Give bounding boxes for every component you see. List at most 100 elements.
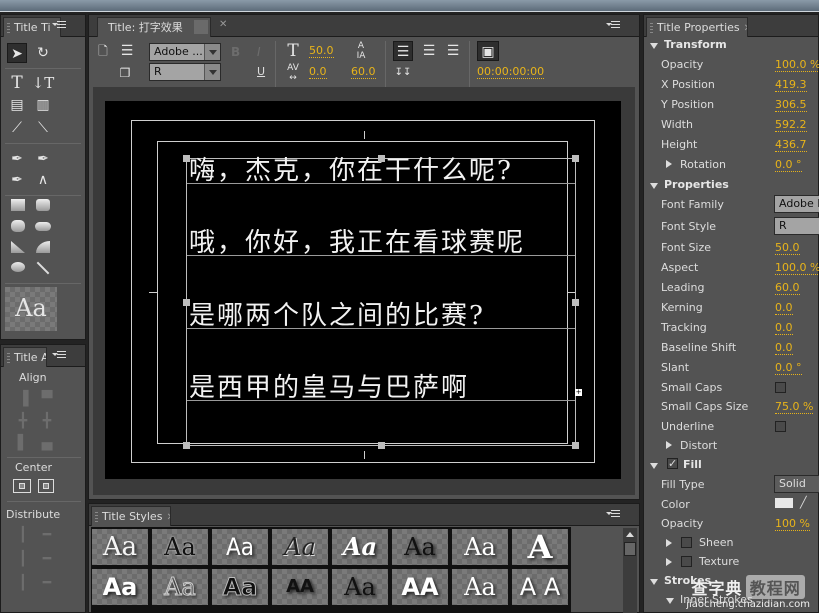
- resize-handle-left[interactable]: [183, 299, 190, 306]
- style-thumbnail[interactable]: Aa: [91, 568, 149, 606]
- style-thumbnail[interactable]: Aa: [391, 528, 449, 566]
- style-thumbnail[interactable]: Aa: [451, 528, 509, 566]
- scroll-up-icon[interactable]: [626, 532, 634, 537]
- fill-type-dropdown[interactable]: Solid: [774, 475, 819, 493]
- style-thumbnail[interactable]: Aa: [331, 528, 389, 566]
- style-thumbnail[interactable]: AA: [391, 568, 449, 606]
- wedge-tool-icon[interactable]: [11, 241, 25, 253]
- scroll-thumb[interactable]: [624, 542, 636, 556]
- leading-value[interactable]: 60.0: [351, 65, 376, 79]
- font-size-value[interactable]: 50.0: [309, 44, 334, 58]
- style-thumbnail[interactable]: A: [511, 528, 569, 566]
- expand-sheen-icon[interactable]: [666, 539, 672, 547]
- line-tool-icon[interactable]: [36, 261, 50, 275]
- vertical-path-type-tool-icon[interactable]: ⟍: [33, 118, 53, 138]
- rotation-tool-icon[interactable]: ↻: [33, 43, 53, 63]
- distribute-top-icon[interactable]: ━: [37, 525, 57, 545]
- baseline-shift-value[interactable]: 0.0: [775, 341, 793, 355]
- video-canvas[interactable]: 嗨，杰克，你在干什么呢? 哦，你好，我正在看球赛呢 是哪两个队之间的比赛? 是西…: [105, 101, 621, 479]
- resize-handle-bottom[interactable]: [378, 442, 385, 449]
- panel-menu-icon[interactable]: [606, 21, 620, 31]
- title-dropdown-button[interactable]: [194, 20, 208, 34]
- distribute-right-icon[interactable]: ┃: [13, 573, 33, 593]
- style-thumbnail[interactable]: AA: [271, 568, 329, 606]
- selection-tool-icon[interactable]: ➤: [7, 43, 27, 63]
- distribute-bottom-icon[interactable]: ━: [37, 573, 57, 593]
- type-tool-icon[interactable]: T: [7, 73, 27, 93]
- fill-heading[interactable]: Fill: [683, 458, 702, 471]
- center-vertical-icon[interactable]: [38, 479, 54, 493]
- slant-value[interactable]: 0.0 °: [775, 361, 802, 375]
- resize-handle-top[interactable]: [378, 155, 385, 162]
- width-value[interactable]: 592.2: [775, 118, 807, 132]
- expand-rotation-icon[interactable]: [666, 160, 672, 168]
- style-thumbnail[interactable]: Aa: [271, 528, 329, 566]
- underline-button[interactable]: U: [257, 65, 265, 78]
- add-anchor-point-tool-icon[interactable]: ✒: [7, 170, 27, 190]
- pen-tool-icon[interactable]: ✒: [7, 149, 27, 169]
- distribute-left-icon[interactable]: ┃: [13, 525, 33, 545]
- opacity-value[interactable]: 100.0 %: [775, 58, 819, 72]
- fill-opacity-value[interactable]: 100 %: [775, 517, 810, 531]
- resize-handle-bottom-right[interactable]: [572, 442, 579, 449]
- tab-title-actions[interactable]: Title A: [3, 347, 47, 367]
- style-thumbnail[interactable]: Aa: [211, 568, 269, 606]
- italic-button[interactable]: I: [257, 45, 261, 59]
- distribute-middle-icon[interactable]: ━: [37, 549, 57, 569]
- arc-tool-icon[interactable]: [36, 241, 50, 253]
- fill-color-swatch[interactable]: [775, 498, 793, 508]
- align-right-icon[interactable]: ▌: [13, 433, 33, 453]
- expand-texture-icon[interactable]: [666, 558, 672, 566]
- delete-anchor-point-tool-icon[interactable]: ✒: [33, 149, 53, 169]
- roll-crawl-options-icon[interactable]: 🗋: [93, 41, 113, 61]
- underline-checkbox[interactable]: [775, 421, 786, 432]
- font-style-dropdown[interactable]: R: [149, 63, 221, 81]
- panel-menu-icon[interactable]: [52, 351, 66, 361]
- styles-scrollbar[interactable]: [623, 528, 637, 613]
- font-style-dropdown[interactable]: R: [774, 217, 819, 235]
- clipped-corner-rectangle-tool-icon[interactable]: [36, 199, 50, 211]
- style-thumbnail[interactable]: Aa: [151, 568, 209, 606]
- bold-button[interactable]: B: [231, 45, 240, 59]
- align-top-icon[interactable]: ▀: [37, 389, 57, 409]
- style-thumbnail[interactable]: Aa: [451, 568, 509, 606]
- tab-title-designer[interactable]: Title: 打字效果: [97, 17, 211, 37]
- align-horizontal-center-icon[interactable]: ╋: [13, 411, 33, 431]
- rotation-value[interactable]: 0.0 °: [775, 158, 802, 172]
- y-position-value[interactable]: 306.5: [775, 98, 807, 112]
- rounded-corner-rectangle-tool-icon[interactable]: [35, 222, 51, 231]
- tab-title-properties[interactable]: Title Properties ✕: [646, 17, 748, 37]
- eyedropper-icon[interactable]: ╱: [800, 496, 807, 509]
- texture-checkbox[interactable]: [681, 556, 692, 567]
- style-thumbnail[interactable]: Aa: [151, 528, 209, 566]
- close-tab-icon[interactable]: ✕: [166, 512, 170, 523]
- center-horizontal-icon[interactable]: [13, 479, 31, 493]
- grip-icon[interactable]: [7, 353, 10, 365]
- rounded-rectangle-tool-icon[interactable]: [11, 220, 25, 232]
- text-bounding-box[interactable]: 嗨，杰克，你在干什么呢? 哦，你好，我正在看球赛呢 是哪两个队之间的比赛? 是西…: [186, 156, 576, 446]
- tab-title-styles[interactable]: Title Styles✕: [91, 506, 171, 526]
- expand-distort-icon[interactable]: [666, 441, 672, 449]
- distribute-center-icon[interactable]: ┃: [13, 549, 33, 569]
- convert-anchor-point-tool-icon[interactable]: ∧: [33, 170, 53, 190]
- vertical-type-tool-icon[interactable]: ↓T: [31, 73, 55, 93]
- aspect-value[interactable]: 100.0 %: [775, 261, 819, 275]
- templates-icon[interactable]: ❐: [115, 63, 135, 83]
- collapse-transform-icon[interactable]: [650, 43, 658, 49]
- small-caps-checkbox[interactable]: [775, 382, 786, 393]
- align-left-icon[interactable]: ▐: [13, 389, 33, 409]
- ellipse-tool-icon[interactable]: [11, 262, 25, 272]
- leading-value[interactable]: 60.0: [775, 281, 800, 295]
- x-position-value[interactable]: 419.3: [775, 78, 807, 92]
- grip-icon[interactable]: [650, 23, 653, 35]
- align-bottom-icon[interactable]: ▄: [37, 433, 57, 453]
- path-type-tool-icon[interactable]: ⟋: [7, 118, 27, 138]
- timecode-value[interactable]: 00:00:00:00: [477, 65, 545, 79]
- panel-menu-icon[interactable]: [606, 510, 620, 520]
- align-vertical-center-icon[interactable]: ╋: [37, 411, 57, 431]
- sheen-checkbox[interactable]: [681, 537, 692, 548]
- properties-heading[interactable]: Properties: [664, 178, 729, 191]
- align-right-text-icon[interactable]: ☰: [443, 41, 463, 61]
- show-background-video-icon[interactable]: ▣: [477, 41, 499, 61]
- tab-stops-icon[interactable]: ↧↧: [393, 63, 413, 83]
